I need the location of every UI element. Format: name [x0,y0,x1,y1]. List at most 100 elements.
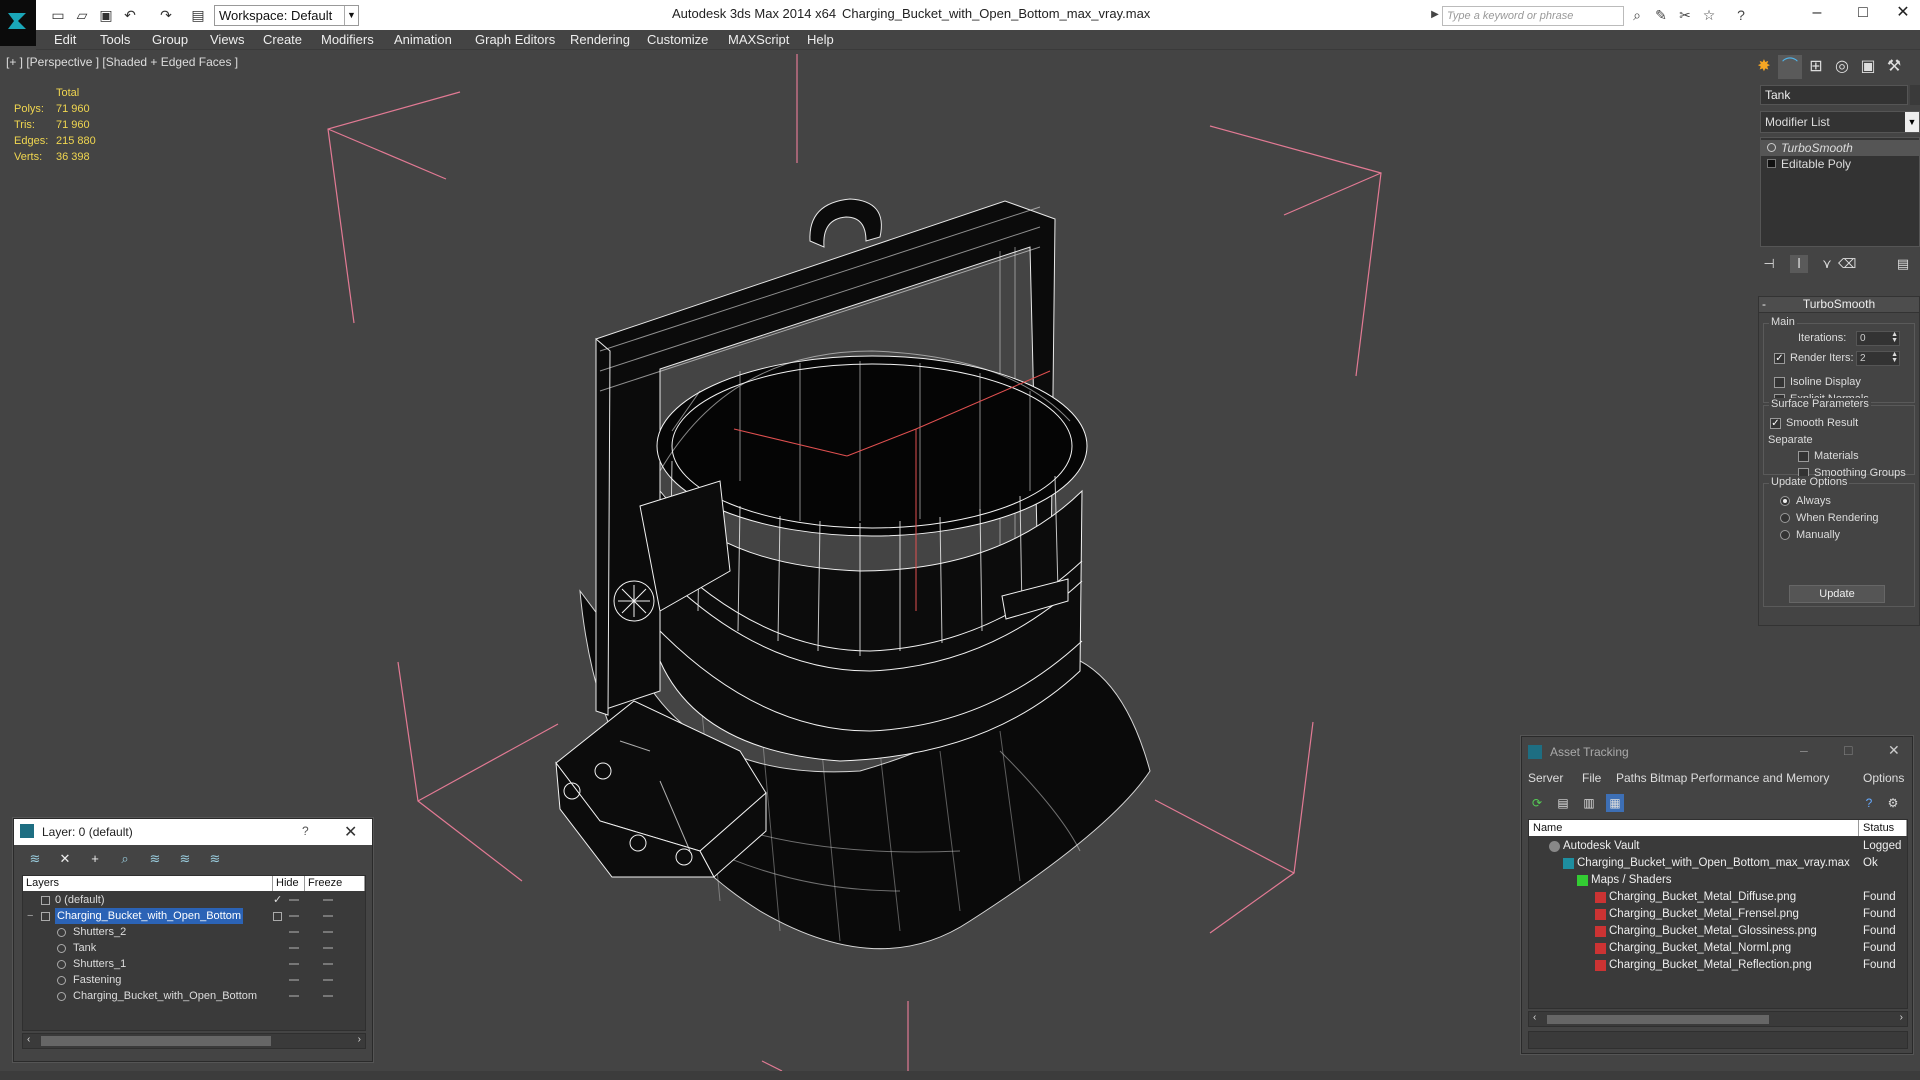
maximize-button[interactable]: □ [1844,742,1852,758]
new-file-icon[interactable]: ▭ [50,7,66,23]
settings-icon[interactable]: ⚙ [1884,794,1902,812]
hide-toggle[interactable] [289,995,299,997]
app-logo-icon[interactable] [0,0,36,46]
menu-edit[interactable]: Edit [54,32,76,47]
search-input[interactable]: Type a keyword or phrase [1442,6,1624,26]
render-iters-checkbox[interactable]: ✓ [1774,353,1785,364]
list-view-icon[interactable]: ▤ [1554,794,1572,812]
close-button[interactable]: ✕ [1886,0,1920,28]
freeze-toggle[interactable] [323,995,333,997]
hide-toggle[interactable] [289,899,299,901]
stack-item-editable-poly[interactable]: Editable Poly [1761,156,1919,172]
stack-item-turbosmooth[interactable]: TurboSmooth [1761,140,1919,156]
render-iters-spinner[interactable]: 2 ▲ ▼ [1856,351,1900,366]
scrollbar-thumb[interactable] [1547,1015,1769,1024]
menu-file[interactable]: File [1582,771,1601,785]
subscription-icon[interactable]: ✎ [1652,6,1670,24]
asset-row[interactable]: Charging_Bucket_with_Open_Bottom_max_vra… [1529,855,1907,872]
iterations-spinner[interactable]: 0 ▲ ▼ [1856,331,1900,346]
highlight-selected-icon[interactable]: ≋ [146,851,164,867]
asset-row[interactable]: Maps / Shaders [1529,872,1907,889]
make-unique-icon[interactable]: ⋎ [1818,255,1836,273]
bulb-icon[interactable] [1767,143,1776,152]
open-file-icon[interactable]: ▱ [74,7,90,23]
modifier-list-dropdown[interactable]: Modifier List ▼ [1760,111,1920,133]
scroll-right-icon[interactable]: › [358,1034,361,1045]
asset-row[interactable]: Charging_Bucket_Metal_Reflection.png Fou… [1529,957,1907,974]
utilities-tab-icon[interactable]: ⚒ [1882,55,1906,79]
update-button[interactable]: Update [1789,585,1885,603]
menu-animation[interactable]: Animation [394,32,452,47]
spinner-arrows-icon[interactable]: ▲ ▼ [1891,331,1898,344]
hide-all-layers-icon[interactable]: ≋ [176,851,194,867]
menu-bitmap-performance[interactable]: Bitmap Performance and Memory [1650,771,1829,785]
column-name[interactable]: Name [1529,820,1859,836]
layer-row[interactable]: Shutters_2 [23,924,365,940]
hide-toggle[interactable] [289,915,299,917]
horizontal-scrollbar[interactable]: ‹ › [22,1033,366,1049]
menu-views[interactable]: Views [210,32,244,47]
show-end-result-icon[interactable]: Ⅰ [1790,255,1808,273]
current-layer-box-icon[interactable] [273,912,282,921]
always-radio[interactable] [1780,496,1790,506]
hide-toggle[interactable] [289,979,299,981]
redo-icon[interactable]: ↷ [158,7,174,23]
materials-checkbox[interactable] [1798,451,1809,462]
object-color-swatch[interactable] [1910,85,1920,105]
smooth-result-checkbox[interactable]: ✓ [1770,418,1781,429]
asset-row[interactable]: Charging_Bucket_Metal_Diffuse.png Found [1529,889,1907,906]
hide-toggle[interactable] [289,963,299,965]
horizontal-scrollbar[interactable]: ‹ › [1528,1011,1908,1027]
object-name-field[interactable]: Tank [1760,85,1908,105]
favorites-star-icon[interactable]: ☆ [1700,6,1718,24]
table-view-icon[interactable]: ▦ [1606,794,1624,812]
freeze-toggle[interactable] [323,915,333,917]
configure-modifier-sets-icon[interactable]: ▤ [1894,255,1912,273]
freeze-toggle[interactable] [323,963,333,965]
menu-paths[interactable]: Paths [1616,771,1647,785]
delete-layer-icon[interactable]: ✕ [56,851,74,867]
create-layer-icon[interactable]: ≋ [26,851,44,867]
column-layers[interactable]: Layers [23,876,273,891]
active-layer-check-icon[interactable]: ✓ [273,892,282,908]
asset-row[interactable]: Charging_Bucket_Metal_Norml.png Found [1529,940,1907,957]
menu-help[interactable]: Help [807,32,834,47]
asset-row[interactable]: Charging_Bucket_Metal_Glossiness.png Fou… [1529,923,1907,940]
menu-maxscript[interactable]: MAXScript [728,32,789,47]
layer-row[interactable]: 0 (default) ✓ [23,892,365,908]
column-freeze[interactable]: Freeze [305,876,365,891]
create-tab-icon[interactable]: ✸ [1752,55,1776,79]
scroll-left-icon[interactable]: ‹ [27,1034,30,1045]
layer-row[interactable]: Fastening [23,972,365,988]
menu-tools[interactable]: Tools [100,32,130,47]
workspace-select[interactable]: Workspace: Default ▼ [214,5,359,26]
menu-graph-editors[interactable]: Graph Editors [475,32,555,47]
scroll-left-icon[interactable]: ‹ [1533,1012,1536,1023]
isoline-display-checkbox[interactable] [1774,377,1785,388]
hide-toggle[interactable] [289,947,299,949]
menu-modifiers[interactable]: Modifiers [321,32,374,47]
help-button[interactable]: ? [302,824,309,838]
project-folder-icon[interactable]: ▤ [190,7,206,23]
maximize-button[interactable]: □ [1840,0,1886,28]
column-hide[interactable]: Hide [273,876,305,891]
add-to-layer-icon[interactable]: + [86,851,104,867]
spinner-arrows-icon[interactable]: ▲ ▼ [1891,351,1898,364]
display-tab-icon[interactable]: ▣ [1856,55,1880,79]
asset-row[interactable]: Autodesk Vault Logged [1529,838,1907,855]
scroll-right-icon[interactable]: › [1900,1012,1903,1023]
modify-tab-icon[interactable]: ⌒ [1778,55,1802,79]
when-rendering-radio[interactable] [1780,513,1790,523]
menu-customize[interactable]: Customize [647,32,708,47]
layer-row[interactable]: − Charging_Bucket_with_Open_Bottom [23,908,365,924]
freeze-toggle[interactable] [323,931,333,933]
rollout-header[interactable]: - TurboSmooth [1759,297,1919,313]
close-icon[interactable]: ✕ [1888,742,1900,759]
refresh-icon[interactable]: ⟳ [1528,794,1546,812]
menu-server[interactable]: Server [1528,771,1563,785]
binoculars-icon[interactable]: ⌕ [1628,6,1646,24]
layer-row[interactable]: Shutters_1 [23,956,365,972]
freeze-toggle[interactable] [323,899,333,901]
asset-row[interactable]: Charging_Bucket_Metal_Frensel.png Found [1529,906,1907,923]
manually-radio[interactable] [1780,530,1790,540]
